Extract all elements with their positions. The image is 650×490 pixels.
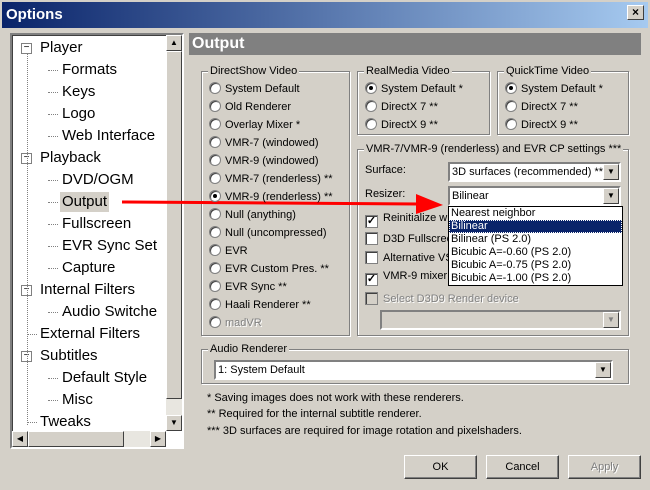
radio-label: DirectX 9 ** bbox=[381, 119, 438, 131]
radio-label: System Default bbox=[225, 83, 300, 95]
radio-button[interactable] bbox=[209, 172, 221, 184]
radio-button[interactable] bbox=[209, 280, 221, 292]
radio-button[interactable] bbox=[209, 118, 221, 130]
directshow-option[interactable]: VMR-9 (windowed) bbox=[209, 154, 319, 168]
radio-button[interactable] bbox=[365, 100, 377, 112]
radio-label: DirectX 7 ** bbox=[521, 101, 578, 113]
directshow-option[interactable]: VMR-9 (renderless) ** bbox=[209, 190, 333, 204]
radio-label: Overlay Mixer * bbox=[225, 119, 301, 131]
quicktime-option[interactable]: DirectX 9 ** bbox=[505, 118, 578, 132]
radio-label: VMR-7 (renderless) ** bbox=[225, 173, 333, 185]
realmedia-option[interactable]: System Default * bbox=[365, 82, 463, 96]
radio-label: VMR-9 (windowed) bbox=[225, 155, 319, 167]
directshow-option[interactable]: madVR bbox=[209, 316, 262, 330]
realmedia-option[interactable]: DirectX 7 ** bbox=[365, 100, 438, 114]
radio-label: EVR Custom Pres. ** bbox=[225, 263, 329, 275]
quicktime-option[interactable]: DirectX 7 ** bbox=[505, 100, 578, 114]
realmedia-option[interactable]: DirectX 9 ** bbox=[365, 118, 438, 132]
directshow-option[interactable]: EVR Sync ** bbox=[209, 280, 287, 294]
directshow-option[interactable]: EVR Custom Pres. ** bbox=[209, 262, 329, 276]
directshow-option[interactable]: System Default bbox=[209, 82, 300, 96]
radio-button[interactable] bbox=[209, 154, 221, 166]
radio-label: madVR bbox=[225, 317, 262, 329]
radio-button[interactable] bbox=[505, 82, 517, 94]
directshow-option[interactable]: Haali Renderer ** bbox=[209, 298, 311, 312]
radio-label: System Default * bbox=[521, 83, 603, 95]
radio-label: DirectX 7 ** bbox=[381, 101, 438, 113]
directshow-option[interactable]: VMR-7 (renderless) ** bbox=[209, 172, 333, 186]
directshow-option[interactable]: VMR-7 (windowed) bbox=[209, 136, 319, 150]
radio-label: VMR-7 (windowed) bbox=[225, 137, 319, 149]
radio-label: Old Renderer bbox=[225, 101, 292, 113]
red-arrow-annotation bbox=[121, 194, 443, 214]
radio-button[interactable] bbox=[209, 136, 221, 148]
radio-label: Haali Renderer ** bbox=[225, 299, 311, 311]
radio-button[interactable] bbox=[209, 82, 221, 94]
radio-button[interactable] bbox=[209, 190, 221, 202]
radio-label: Null (uncompressed) bbox=[225, 227, 327, 239]
radio-button[interactable] bbox=[209, 262, 221, 274]
radio-label: EVR Sync ** bbox=[225, 281, 287, 293]
radio-button[interactable] bbox=[505, 100, 517, 112]
radio-button[interactable] bbox=[209, 244, 221, 256]
radio-button[interactable] bbox=[209, 316, 221, 328]
radio-label: Null (anything) bbox=[225, 209, 296, 221]
radio-label: DirectX 9 ** bbox=[521, 119, 578, 131]
radio-button[interactable] bbox=[365, 118, 377, 130]
radio-button[interactable] bbox=[209, 298, 221, 310]
radio-button[interactable] bbox=[365, 82, 377, 94]
radio-button[interactable] bbox=[209, 226, 221, 238]
quicktime-option[interactable]: System Default * bbox=[505, 82, 603, 96]
directshow-option[interactable]: EVR bbox=[209, 244, 248, 258]
radio-label: System Default * bbox=[381, 83, 463, 95]
directshow-option[interactable]: Old Renderer bbox=[209, 100, 291, 114]
radio-label: VMR-9 (renderless) ** bbox=[225, 191, 333, 203]
radio-button[interactable] bbox=[209, 100, 221, 112]
radio-button[interactable] bbox=[505, 118, 517, 130]
directshow-option[interactable]: Null (anything) bbox=[209, 208, 296, 222]
radio-button[interactable] bbox=[209, 208, 221, 220]
directshow-option[interactable]: Null (uncompressed) bbox=[209, 226, 326, 240]
directshow-option[interactable]: Overlay Mixer * bbox=[209, 118, 300, 132]
radio-label: EVR bbox=[225, 245, 248, 257]
